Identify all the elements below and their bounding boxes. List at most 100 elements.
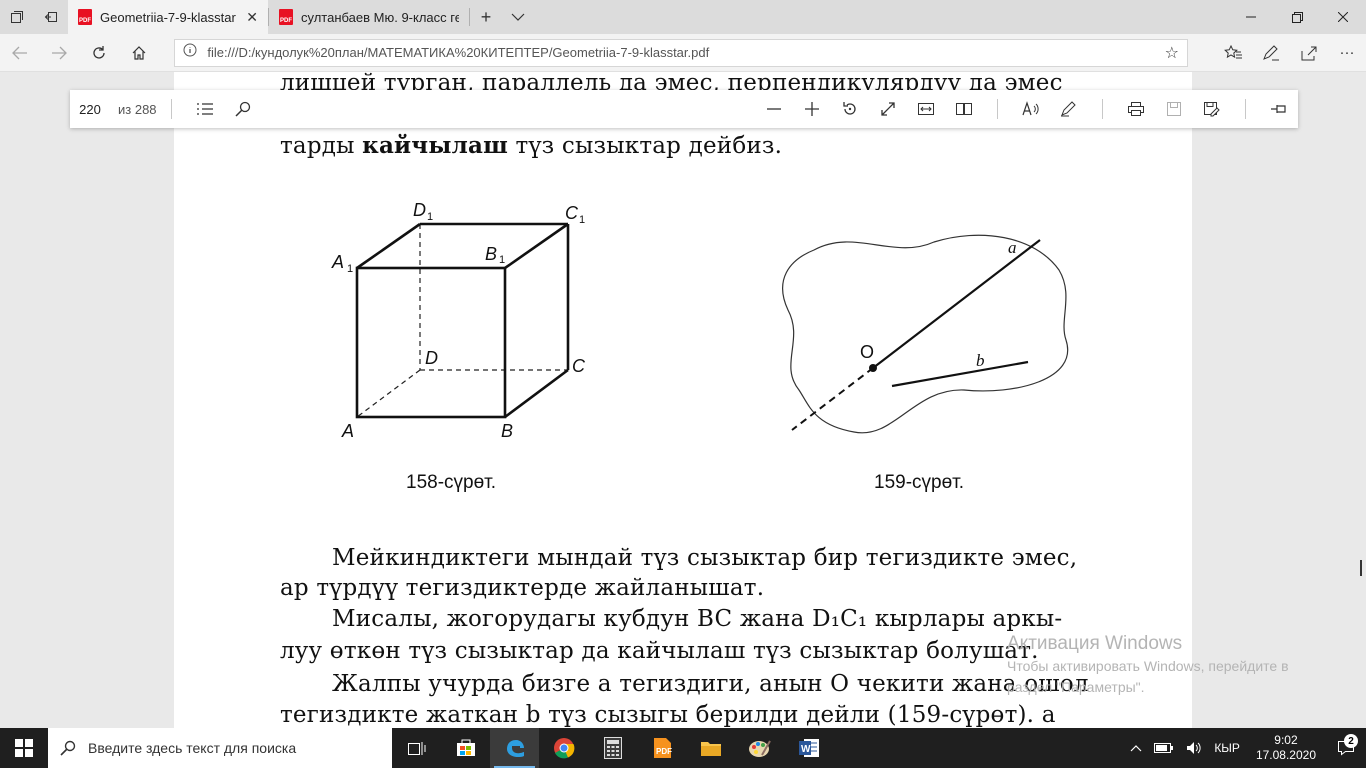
label-line-b: b	[976, 351, 985, 370]
favorites-icon[interactable]	[1214, 34, 1252, 72]
label-c: C	[572, 356, 586, 376]
text-line: луу өткөн түз сызыктар да кайчылаш түз с…	[280, 638, 1039, 664]
search-icon	[60, 740, 76, 756]
edge-icon[interactable]	[490, 728, 539, 768]
system-tray: КЫР 9:02 17.08.2020 2	[1124, 728, 1366, 768]
forward-button[interactable]	[40, 34, 80, 72]
clock-time: 9:02	[1274, 733, 1298, 747]
text-line: тегиздикте жаткан b түз сызыгы берилди д…	[280, 702, 1056, 728]
label-c1: C	[565, 203, 579, 223]
figure-cube: A B C D A 1 B 1 C 1 D 1	[331, 200, 586, 441]
label-line-a: a	[1008, 238, 1017, 257]
volume-icon[interactable]	[1180, 741, 1208, 755]
clock[interactable]: 9:02 17.08.2020	[1246, 733, 1326, 763]
minimize-button[interactable]	[1228, 0, 1274, 34]
favorite-star-icon[interactable]: ☆	[1165, 43, 1179, 63]
text-line: Мейкиндиктеги мындай түз сызыктар бир те…	[332, 545, 1078, 571]
fit-to-page-icon[interactable]	[869, 90, 907, 128]
back-button[interactable]	[0, 34, 40, 72]
save-icon[interactable]	[1155, 90, 1193, 128]
svg-text:PDF: PDF	[656, 747, 672, 756]
show-hidden-icons-icon[interactable]	[1124, 744, 1148, 752]
text-line: тарды кайчылаш түз сызыктар дейбиз.	[280, 132, 783, 159]
paint-icon[interactable]	[735, 728, 784, 768]
text-line: Мисалы, жогорудагы кубдун BC жана D₁C₁ к…	[332, 606, 1063, 632]
close-tab-icon[interactable]: ✕	[246, 9, 258, 26]
notification-count: 2	[1344, 734, 1358, 748]
tab-title: султанбаев Мю. 9-класс ге	[301, 9, 459, 25]
address-toolbar: file:///D:/кундолук%20план/МАТЕМАТИКА%20…	[0, 34, 1366, 72]
print-icon[interactable]	[1117, 90, 1155, 128]
rotate-icon[interactable]	[831, 90, 869, 128]
search-icon[interactable]	[224, 90, 262, 128]
table-of-contents-icon[interactable]	[186, 90, 224, 128]
refresh-button[interactable]	[79, 34, 119, 72]
notifications-button[interactable]: 2	[1326, 734, 1366, 756]
pdf-icon: PDF	[78, 9, 92, 25]
zoom-in-icon[interactable]	[793, 90, 831, 128]
pdf-page: лищцей турган, параллель да эмес, перпен…	[174, 72, 1192, 728]
label-d: D	[425, 348, 438, 368]
label-subscript: 1	[427, 211, 433, 223]
label-d1: D	[413, 200, 426, 220]
new-tab-button[interactable]: +	[470, 0, 502, 34]
save-as-icon[interactable]	[1193, 90, 1231, 128]
pin-toolbar-icon[interactable]	[1260, 90, 1298, 128]
toolbar-divider	[1245, 99, 1246, 119]
activation-watermark-text: Чтобы активировать Windows, перейдите в …	[1007, 658, 1289, 695]
more-icon[interactable]: ···	[1328, 34, 1366, 72]
figure-caption-158: 158-сүрөт.	[406, 472, 497, 493]
tab-geometry-pdf[interactable]: PDF Geometriia-7-9-klasstar ✕	[68, 0, 268, 34]
close-window-button[interactable]	[1320, 0, 1366, 34]
pdf-viewer: лищцей турган, параллель да эмес, перпен…	[0, 72, 1366, 728]
taskbar-search[interactable]: Введите здесь текст для поиска	[48, 728, 392, 768]
tab-preview-chevron-icon[interactable]	[502, 0, 534, 34]
label-b: B	[501, 421, 513, 441]
label-subscript: 1	[347, 263, 353, 275]
label-b1: B	[485, 244, 497, 264]
tab-title: Geometriia-7-9-klasstar	[100, 9, 236, 25]
tab-bar: PDF Geometriia-7-9-klasstar ✕ PDF султан…	[0, 0, 1366, 34]
page-count: из 288	[118, 101, 157, 117]
label-subscript: 1	[499, 254, 505, 266]
figure-caption-159: 159-сүрөт.	[874, 472, 965, 493]
set-tabs-aside-icon[interactable]	[34, 0, 68, 34]
url-text[interactable]: file:///D:/кундолук%20план/МАТЕМАТИКА%20…	[207, 45, 1154, 60]
info-icon[interactable]	[183, 43, 197, 62]
word-icon[interactable]: W	[784, 728, 833, 768]
tab-actions-icon[interactable]	[0, 0, 34, 34]
tab-sultanbaev-pdf[interactable]: PDF султанбаев Мю. 9-класс ге	[269, 0, 469, 34]
restore-button[interactable]	[1274, 0, 1320, 34]
read-aloud-icon[interactable]	[1012, 90, 1050, 128]
toolbar-divider	[1102, 99, 1103, 119]
label-o: O	[860, 342, 874, 362]
file-explorer-icon[interactable]	[686, 728, 735, 768]
calculator-icon[interactable]	[588, 728, 637, 768]
text-line: Жалпы учурда бизге a тегиздиги, анын O ч…	[332, 671, 1089, 697]
start-button[interactable]	[0, 728, 48, 768]
draw-icon[interactable]	[1050, 90, 1088, 128]
language-indicator[interactable]: КЫР	[1208, 741, 1246, 755]
address-bar[interactable]: file:///D:/кундолук%20план/МАТЕМАТИКА%20…	[174, 38, 1189, 67]
home-button[interactable]	[119, 34, 159, 72]
page-number-input[interactable]: 220	[76, 96, 104, 122]
web-note-icon[interactable]	[1252, 34, 1290, 72]
page-view-icon[interactable]	[945, 90, 983, 128]
taskbar: Введите здесь текст для поиска PDF W КЫР	[0, 728, 1366, 768]
task-view-icon[interactable]	[392, 728, 441, 768]
pdf-icon: PDF	[279, 9, 293, 25]
toolbar-divider	[170, 99, 172, 119]
battery-icon[interactable]	[1148, 742, 1180, 754]
zoom-out-icon[interactable]	[755, 90, 793, 128]
text-line: ар түрдүү тегиздиктерде жайланышат.	[280, 575, 765, 601]
pdf-reader-icon[interactable]: PDF	[637, 728, 686, 768]
store-icon[interactable]	[441, 728, 490, 768]
clock-date: 17.08.2020	[1255, 748, 1316, 762]
fit-width-icon[interactable]	[907, 90, 945, 128]
pdf-toolbar: 220 из 288	[70, 90, 1298, 128]
share-icon[interactable]	[1290, 34, 1328, 72]
search-placeholder: Введите здесь текст для поиска	[88, 740, 297, 756]
chrome-icon[interactable]	[539, 728, 588, 768]
label-a1: A	[331, 252, 344, 272]
scrollbar-thumb[interactable]	[1360, 560, 1362, 576]
